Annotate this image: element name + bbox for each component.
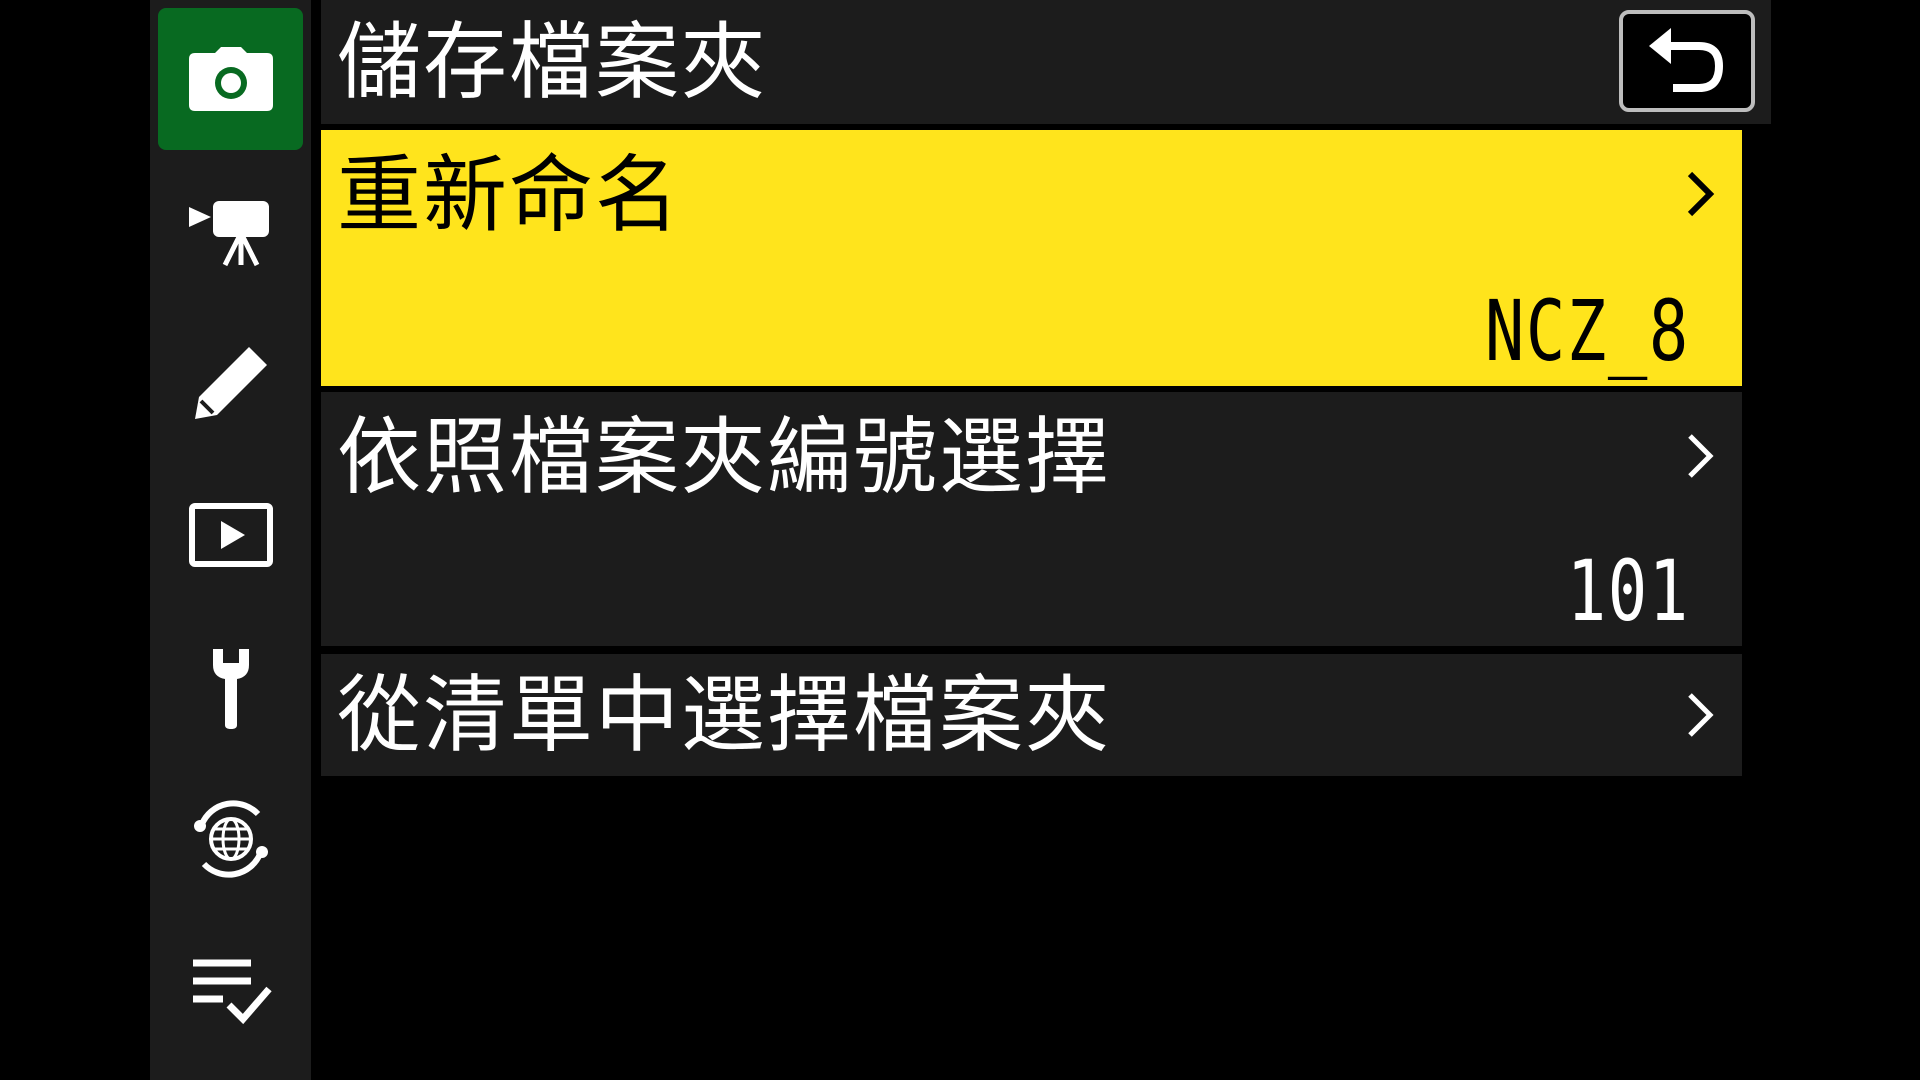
- back-button[interactable]: [1619, 10, 1755, 112]
- menu-header: 儲存檔案夾: [321, 0, 1771, 124]
- menu-item-select-by-number[interactable]: 依照檔案夾編號選擇 101: [321, 392, 1742, 646]
- camera-menu-screen: 儲存檔案夾 重新命名 NCZ_8 依照檔案夾編號選擇 101 從清單中選擇檔案夾: [0, 0, 1920, 1080]
- chevron-right-icon: [1687, 171, 1715, 217]
- menu-item-rename[interactable]: 重新命名 NCZ_8: [321, 130, 1742, 386]
- sidebar-tab-my-menu[interactable]: [158, 920, 303, 1062]
- playback-icon: [188, 503, 273, 567]
- menu-item-label: 重新命名: [337, 146, 682, 244]
- sidebar-tab-photo-shooting[interactable]: [158, 8, 303, 150]
- page-title: 儲存檔案夾: [337, 13, 768, 111]
- sidebar-tab-video-recording[interactable]: [158, 160, 303, 302]
- chevron-right-icon: [1688, 434, 1714, 478]
- return-arrow-icon: [1649, 28, 1724, 92]
- movie-camera-icon: [188, 201, 269, 267]
- my-menu-checklist-icon: [192, 959, 272, 1025]
- menu-sidebar: [150, 0, 311, 1080]
- camera-icon: [188, 47, 273, 111]
- menu-item-label: 依照檔案夾編號選擇: [337, 408, 1112, 506]
- sidebar-tab-retouch[interactable]: [158, 312, 303, 454]
- menu-item-select-from-list[interactable]: 從清單中選擇檔案夾: [321, 654, 1742, 776]
- menu-item-label: 從清單中選擇檔案夾: [337, 666, 1112, 764]
- sidebar-tab-network[interactable]: [158, 768, 303, 910]
- menu-item-value: 101: [1566, 542, 1690, 640]
- chevron-right-icon: [1688, 693, 1714, 737]
- network-globe-icon: [193, 800, 268, 878]
- sidebar-tab-setup[interactable]: [158, 616, 303, 758]
- wrench-icon: [212, 649, 249, 729]
- menu-item-value: NCZ_8: [1484, 282, 1690, 380]
- pencil-icon: [194, 347, 267, 419]
- sidebar-tab-playback[interactable]: [158, 464, 303, 606]
